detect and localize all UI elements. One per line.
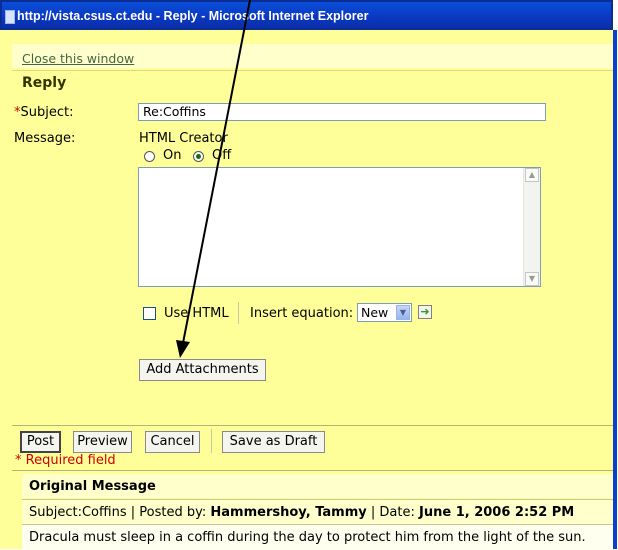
original-message-text: Dracula must sleep in a coffin during th… [29, 530, 586, 545]
subject-input[interactable]: Re:Coffins [138, 103, 546, 121]
meta-separator: | [370, 505, 376, 520]
close-window-link[interactable]: Close this window [22, 51, 134, 66]
meta-separator: | [130, 505, 136, 520]
radio-on-label: On [163, 148, 182, 163]
insert-equation-go-icon[interactable]: ➜ [418, 305, 432, 319]
posted-by-label: Posted by: [139, 505, 207, 520]
post-button[interactable]: Post [20, 431, 61, 453]
required-note-asterisk: * [15, 453, 22, 468]
add-attachments-button[interactable]: Add Attachments [139, 359, 266, 381]
required-note-text: Required field [25, 453, 116, 468]
window-titlebar: http://vista.csus.ct.edu - Reply - Micro… [0, 0, 613, 30]
message-textarea[interactable]: ▲ ▼ [138, 167, 541, 287]
use-html-checkbox[interactable] [143, 307, 156, 320]
html-creator-label: HTML Creator [139, 131, 228, 146]
window-title: http://vista.csus.ct.edu - Reply - Micro… [17, 9, 369, 23]
post-date: June 1, 2006 2:52 PM [419, 505, 575, 520]
subject-label: Subject: [20, 105, 74, 120]
original-subject-label: Subject: [29, 505, 82, 520]
preview-button[interactable]: Preview [73, 431, 132, 453]
equation-select[interactable]: New ▼ [357, 303, 412, 322]
posted-by-name: Hammershoy, Tammy [210, 505, 367, 520]
action-divider [12, 425, 613, 426]
date-label: Date: [379, 505, 415, 520]
subject-label-group: *Subject: [14, 105, 73, 120]
toolbar-divider [238, 302, 239, 324]
button-divider [211, 429, 212, 453]
original-message-title: Original Message [29, 479, 156, 494]
scroll-down-icon[interactable]: ▼ [525, 272, 539, 286]
scroll-up-icon[interactable]: ▲ [525, 168, 539, 182]
page-title: Reply [22, 75, 67, 91]
html-creator-on-radio[interactable] [144, 151, 155, 162]
message-label: Message: [14, 131, 76, 146]
browser-page-icon [5, 10, 15, 24]
insert-equation-label: Insert equation: [250, 306, 354, 321]
original-subject: Coffins [81, 505, 127, 520]
equation-select-value: New [361, 305, 389, 320]
html-creator-off-radio[interactable] [193, 151, 204, 162]
chevron-down-icon[interactable]: ▼ [396, 305, 410, 320]
original-meta-line: Subject:Coffins | Posted by: Hammershoy,… [29, 505, 574, 520]
textarea-scrollbar[interactable]: ▲ ▼ [523, 168, 540, 286]
cancel-button[interactable]: Cancel [145, 431, 200, 453]
required-note: * Required field [15, 453, 116, 468]
use-html-label: Use HTML [164, 306, 229, 321]
save-draft-button[interactable]: Save as Draft [222, 431, 325, 453]
reply-header-row [12, 70, 613, 95]
radio-off-label: Off [212, 148, 232, 163]
original-divider [12, 470, 613, 471]
